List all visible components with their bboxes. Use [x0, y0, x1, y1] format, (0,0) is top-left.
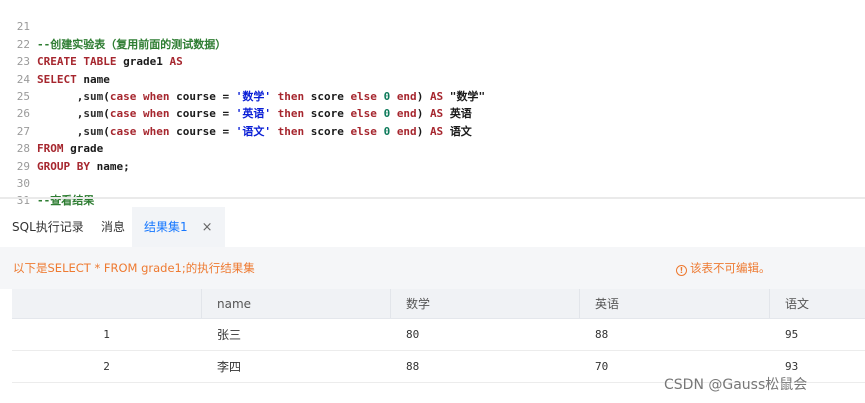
tab-sql-history[interactable]: SQL执行记录: [12, 207, 84, 247]
info-circle-icon: !: [676, 265, 687, 276]
code-line: 28 GROUP BY name;: [0, 123, 865, 172]
cell-english[interactable]: 70: [595, 351, 608, 382]
column-header-chinese[interactable]: 语文: [785, 289, 809, 318]
table-header: name 数学 英语 语文: [12, 289, 865, 319]
sql-editor[interactable]: 21 --创建实验表（复用前面的测试数据） 22 CREATE TABLE gr…: [0, 0, 865, 225]
cell-chinese[interactable]: 95: [785, 319, 798, 350]
read-only-warning: ! 该表不可编辑。: [676, 260, 771, 276]
column-divider[interactable]: [579, 289, 580, 318]
watermark: CSDN @Gauss松鼠会: [664, 377, 808, 393]
cell-english[interactable]: 88: [595, 319, 608, 350]
result-table: name 数学 英语 语文 1 张三 80 88 95 2 李四 88 70 9…: [12, 289, 865, 383]
code-line: 29: [0, 140, 865, 173]
cell-math[interactable]: 88: [406, 351, 419, 382]
editor-horizontal-scrollbar[interactable]: [0, 197, 865, 199]
column-header-math[interactable]: 数学: [406, 289, 430, 318]
result-message: 以下是SELECT * FROM grade1;的执行结果集: [13, 261, 255, 275]
code-line: 31 SELECT * FROM grade1;: [0, 175, 865, 224]
cell-name[interactable]: 李四: [217, 351, 241, 382]
column-header-index: [12, 289, 201, 318]
code-line: 22 CREATE TABLE grade1 AS: [0, 18, 865, 68]
read-only-warning-text: 该表不可编辑。: [690, 261, 771, 275]
close-icon[interactable]: ×: [202, 220, 213, 235]
row-index: 1: [103, 328, 110, 341]
result-info-bar: 以下是SELECT * FROM grade1;的执行结果集 ! 该表不可编辑。: [0, 247, 865, 289]
cell-name[interactable]: 张三: [217, 319, 241, 350]
column-divider[interactable]: [201, 289, 202, 318]
column-divider[interactable]: [390, 289, 391, 318]
column-header-english[interactable]: 英语: [595, 289, 619, 318]
code-line: 23 SELECT name: [0, 36, 865, 85]
tab-result-set-1[interactable]: 结果集1 ×: [132, 207, 225, 247]
tab-result-set-1-label: 结果集1: [144, 220, 188, 234]
code-line: 27 FROM grade: [0, 105, 865, 155]
cell-math[interactable]: 80: [406, 319, 419, 350]
code-line: 30 --查看结果: [0, 158, 865, 207]
column-header-name[interactable]: name: [217, 289, 251, 318]
code-line: 21 --创建实验表（复用前面的测试数据）: [0, 1, 865, 50]
row-index: 2: [103, 360, 110, 373]
code-line: 24 ,sum(case when course = '数学' then sco…: [0, 53, 865, 103]
table-row[interactable]: 1 张三 80 88 95: [12, 319, 865, 351]
column-divider[interactable]: [769, 289, 770, 318]
tab-messages[interactable]: 消息: [101, 207, 125, 247]
code-line: 25 ,sum(case when course = '英语' then sco…: [0, 71, 865, 120]
code-line: 26 ,sum(case when course = '语文' then sco…: [0, 88, 865, 137]
result-tabbar: SQL执行记录 消息 结果集1 ×: [0, 207, 865, 247]
